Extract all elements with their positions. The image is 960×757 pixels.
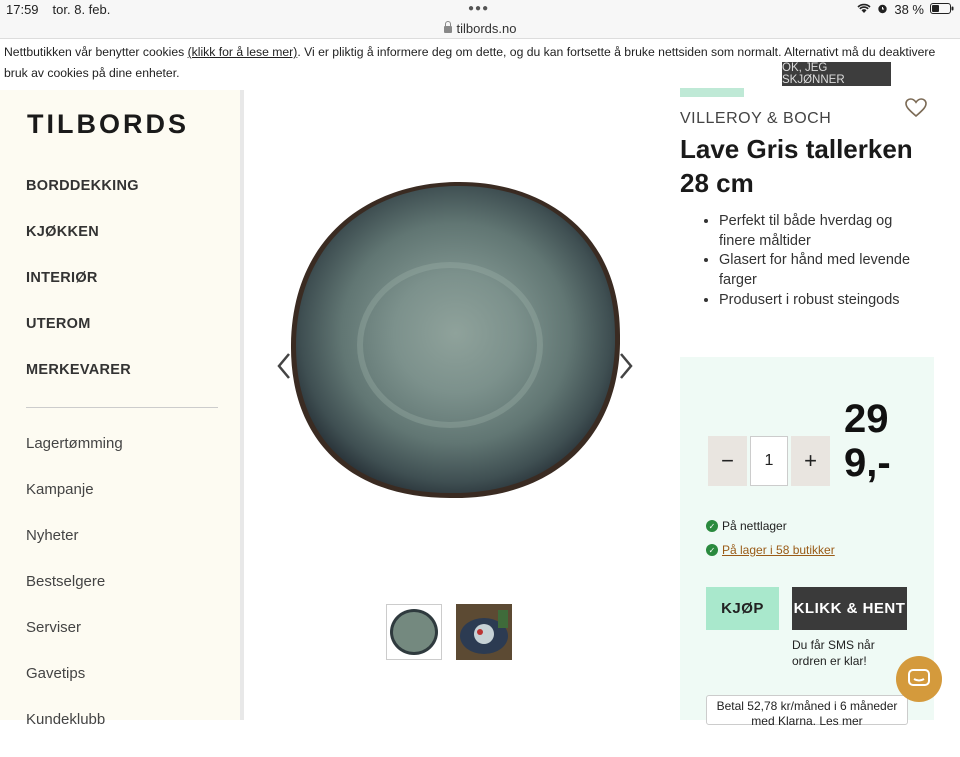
stock-online-label: På nettlager xyxy=(722,519,787,533)
klarna-info[interactable]: Betal 52,78 kr/måned i 6 måneder med Kla… xyxy=(706,695,908,728)
product-brand[interactable]: VILLEROY & BOCH xyxy=(680,110,831,128)
heart-icon[interactable] xyxy=(905,98,927,124)
stock-online: ✓ På nettlager xyxy=(706,519,787,533)
nav-item-merkevarer[interactable]: MERKEVARER xyxy=(26,362,139,408)
price-line-1: 29 xyxy=(844,397,889,441)
increase-quantity-button[interactable]: + xyxy=(791,436,830,486)
buy-button[interactable]: KJØP xyxy=(706,587,779,630)
feature-item: Glasert for hånd med levende farger xyxy=(719,251,915,290)
click-and-collect-button[interactable]: KLIKK & HENT xyxy=(792,587,907,630)
price-line-2: 9,- xyxy=(844,441,891,485)
wifi-icon xyxy=(857,2,871,17)
nav-item-serviser[interactable]: Serviser xyxy=(26,619,123,665)
nav-item-kundeklubb[interactable]: Kundeklubb xyxy=(26,711,123,757)
check-circle-icon: ✓ xyxy=(706,544,718,556)
product-title: Lave Gris tallerken 28 cm xyxy=(680,134,913,198)
nav-item-gavetips[interactable]: Gavetips xyxy=(26,665,123,711)
decrease-quantity-button[interactable]: − xyxy=(708,436,747,486)
nav-item-nyheter[interactable]: Nyheter xyxy=(26,527,123,573)
quantity-stepper: − 1 + xyxy=(708,436,830,486)
thumbnail-2[interactable] xyxy=(456,604,512,660)
url-bar[interactable]: tilbords.no xyxy=(0,19,960,39)
feature-item: Produsert i robust steingods xyxy=(719,291,915,311)
check-circle-icon: ✓ xyxy=(706,520,718,532)
sidebar: TILBORDS BORDDEKKING KJØKKEN INTERIØR UT… xyxy=(0,90,244,728)
nav-item-lagertomming[interactable]: Lagertømming xyxy=(26,435,123,481)
status-date: tor. 8. feb. xyxy=(52,2,111,17)
cookie-read-more-link[interactable]: (klikk for å lese mer) xyxy=(188,45,298,59)
product-features: Perfekt til både hverdag og finere målti… xyxy=(700,212,915,311)
chevron-right-icon[interactable] xyxy=(618,352,634,387)
cookie-accept-button[interactable]: OK, JEG SKJØNNER xyxy=(782,62,891,86)
battery-icon xyxy=(930,2,954,17)
url-text: tilbords.no xyxy=(456,21,517,36)
tab-dots[interactable]: ●●● xyxy=(468,3,489,14)
cookie-text-before: Nettbutikken vår benytter cookies xyxy=(4,45,188,59)
sms-note: Du får SMS når ordren er klar! xyxy=(792,638,875,668)
chevron-left-icon[interactable] xyxy=(276,352,292,387)
product-price: 29 9,- xyxy=(844,397,924,485)
lock-icon xyxy=(443,21,452,33)
alarm-icon xyxy=(877,2,888,17)
nav-item-uterom[interactable]: UTEROM xyxy=(26,316,139,362)
product-image[interactable] xyxy=(290,180,621,500)
status-right: 38 % xyxy=(857,2,954,17)
stock-stores: ✓ På lager i 58 butikker xyxy=(706,543,835,557)
nav-secondary: Lagertømming Kampanje Nyheter Bestselger… xyxy=(26,435,123,757)
status-time: 17:59 xyxy=(6,2,39,17)
product-badge xyxy=(680,88,744,97)
stock-stores-link[interactable]: På lager i 58 butikker xyxy=(722,543,835,557)
nav-item-interior[interactable]: INTERIØR xyxy=(26,270,139,316)
nav-divider xyxy=(26,407,218,408)
nav-main: BORDDEKKING KJØKKEN INTERIØR UTEROM MERK… xyxy=(26,178,139,408)
nav-item-bestselgere[interactable]: Bestselgere xyxy=(26,573,123,619)
feature-item: Perfekt til både hverdag og finere målti… xyxy=(719,212,915,251)
chat-icon[interactable] xyxy=(896,656,942,702)
nav-item-kjokken[interactable]: KJØKKEN xyxy=(26,224,139,270)
site-logo[interactable]: TILBORDS xyxy=(27,109,189,140)
nav-item-borddekking[interactable]: BORDDEKKING xyxy=(26,178,139,224)
buy-box: 29 9,- − 1 + ✓ På nettlager ✓ På lager i… xyxy=(680,357,934,728)
thumbnail-1[interactable] xyxy=(386,604,442,660)
quantity-input[interactable]: 1 xyxy=(750,436,788,486)
battery-percent: 38 % xyxy=(894,2,924,17)
nav-item-kampanje[interactable]: Kampanje xyxy=(26,481,123,527)
